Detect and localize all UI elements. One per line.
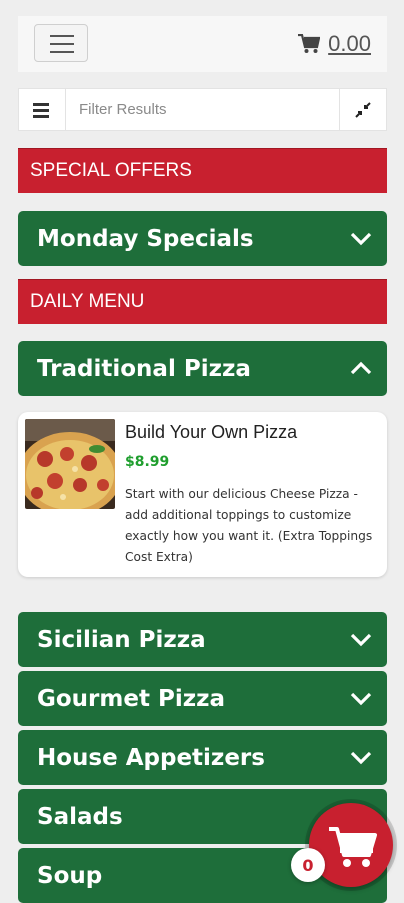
cart-summary[interactable]: 0.00 — [298, 30, 371, 58]
filter-input[interactable] — [67, 89, 337, 130]
special-offers-header: SPECIAL OFFERS — [18, 148, 387, 193]
category-gourmet-pizza[interactable]: Gourmet Pizza — [18, 671, 387, 726]
list-icon[interactable] — [19, 89, 66, 130]
category-label: Traditional Pizza — [37, 355, 251, 382]
chevron-down-icon — [350, 751, 372, 765]
chevron-down-icon — [350, 633, 372, 647]
collapse-icon — [355, 101, 371, 118]
category-label: Monday Specials — [37, 225, 254, 252]
category-traditional-pizza[interactable]: Traditional Pizza — [18, 341, 387, 396]
list-line — [33, 103, 49, 106]
pizza-image — [25, 419, 115, 509]
cart-count-badge: 0 — [291, 848, 325, 882]
item-name: Build Your Own Pizza — [125, 422, 298, 442]
pizza-photo — [25, 419, 115, 509]
hamburger-line — [50, 43, 74, 45]
hamburger-line — [50, 51, 74, 53]
list-line — [33, 109, 49, 112]
chevron-down-icon — [350, 232, 372, 246]
list-line — [33, 115, 49, 118]
collapse-button[interactable] — [339, 89, 386, 130]
category-label: Salads — [37, 803, 123, 830]
category-sicilian-pizza[interactable]: Sicilian Pizza — [18, 612, 387, 667]
top-bar: 0.00 — [18, 16, 387, 72]
hamburger-menu-button[interactable] — [34, 24, 88, 62]
menu-item-card[interactable]: Build Your Own Pizza $8.99 Start with ou… — [18, 412, 387, 577]
category-label: Soup — [37, 862, 103, 889]
category-label: Sicilian Pizza — [37, 626, 206, 653]
category-label: Gourmet Pizza — [37, 685, 225, 712]
item-description: Start with our delicious Cheese Pizza - … — [125, 487, 373, 564]
chevron-up-icon — [350, 361, 372, 375]
hamburger-menu-icon — [50, 35, 74, 37]
daily-menu-header: DAILY MENU — [18, 279, 387, 324]
cart-icon — [298, 34, 321, 53]
category-house-appetizers[interactable]: House Appetizers — [18, 730, 387, 785]
filter-bar — [18, 88, 387, 131]
category-label: House Appetizers — [37, 744, 265, 771]
category-monday-specials[interactable]: Monday Specials — [18, 211, 387, 266]
cart-total[interactable]: 0.00 — [328, 31, 371, 57]
item-price: $8.99 — [125, 454, 170, 470]
chevron-down-icon — [350, 692, 372, 706]
